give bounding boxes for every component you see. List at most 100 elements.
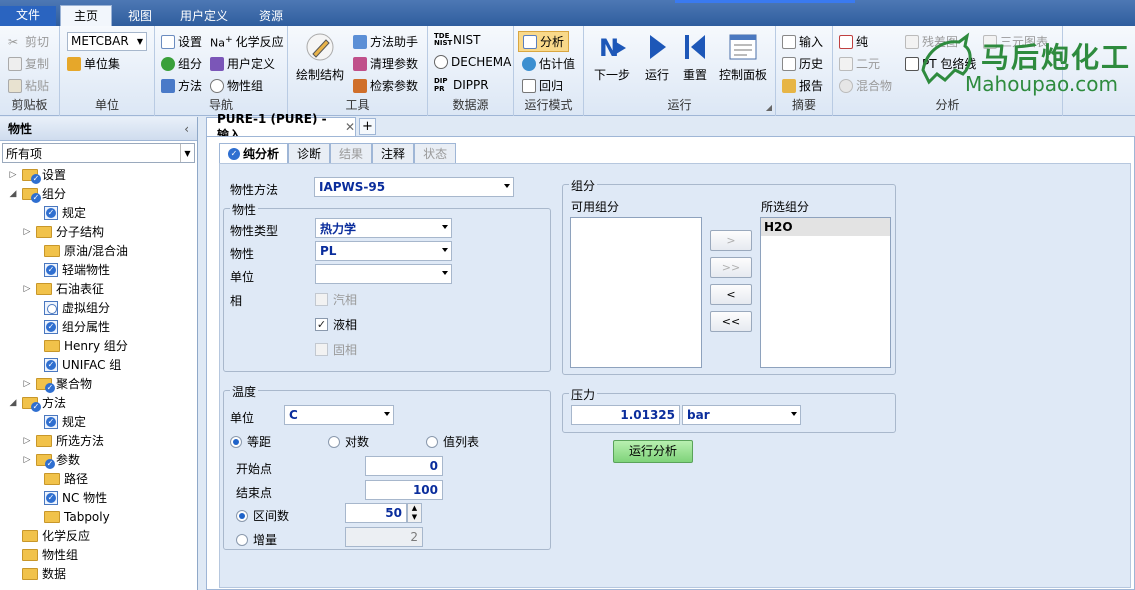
tree-item-data[interactable]: 数据 xyxy=(8,564,66,583)
pure-analysis-button[interactable]: 纯 xyxy=(839,33,868,50)
tab-pure-analysis[interactable]: ✓ 纯分析 xyxy=(219,143,289,163)
close-icon[interactable]: ✕ xyxy=(345,120,355,134)
expand-arrow-icon[interactable]: ▷ xyxy=(22,455,32,465)
available-components-list[interactable] xyxy=(570,217,702,368)
collapse-icon[interactable]: ‹ xyxy=(184,122,189,136)
tree-item-nc-props[interactable]: NC 物性 xyxy=(30,488,107,507)
expand-arrow-icon[interactable]: ▷ xyxy=(22,284,32,294)
tree-item-methods[interactable]: ◢方法 xyxy=(8,393,66,412)
dialog-launcher-icon[interactable]: ◢ xyxy=(766,103,772,112)
tree-item-methods-spec[interactable]: 规定 xyxy=(30,412,86,431)
history-button[interactable]: 历史 xyxy=(782,55,823,72)
residue-map-button[interactable]: 残差图 xyxy=(905,33,958,50)
intervals-spinner[interactable]: ▲ ▼ xyxy=(407,503,422,523)
tab-diagnostics[interactable]: 诊断 xyxy=(288,143,331,163)
tree-item-components[interactable]: ◢组分 xyxy=(8,184,66,203)
move-left-button[interactable]: < xyxy=(710,284,752,305)
prop-type-select[interactable]: 热力学 xyxy=(315,218,452,238)
tree-item-light-end[interactable]: 轻端物性 xyxy=(30,260,110,279)
tree-item-assay-blend[interactable]: 原油/混合油 xyxy=(30,241,128,260)
move-right-button[interactable]: > xyxy=(710,230,752,251)
move-all-right-button[interactable]: >> xyxy=(710,257,752,278)
analysis-mode-button[interactable]: 分析 xyxy=(518,31,570,52)
log-spacing-radio[interactable]: 对数 xyxy=(328,433,369,450)
estimation-mode-button[interactable]: 估计值 xyxy=(522,55,575,72)
add-tab-icon[interactable]: + xyxy=(359,118,376,135)
value-list-radio[interactable]: 值列表 xyxy=(426,433,479,450)
expand-arrow-icon[interactable]: ▷ xyxy=(8,170,18,180)
run-button[interactable]: 运行 xyxy=(640,32,674,83)
tree-item-polymers[interactable]: ▷聚合物 xyxy=(22,374,92,393)
input-button[interactable]: 输入 xyxy=(782,33,823,50)
binary-analysis-button[interactable]: 二元 xyxy=(839,55,880,72)
nav-filter-select[interactable]: 所有项 ▼ xyxy=(2,143,195,163)
equal-spacing-radio[interactable]: 等距 xyxy=(230,433,271,450)
report-button[interactable]: 报告 xyxy=(782,77,823,94)
tree-item-comp-attr[interactable]: 组分属性 xyxy=(30,317,110,336)
end-point-input[interactable]: 100 xyxy=(365,480,443,500)
tree-item-parameters[interactable]: ▷参数 xyxy=(22,450,80,469)
reset-button[interactable]: 重置 xyxy=(678,32,712,83)
methods-button[interactable]: 方法 xyxy=(161,77,202,94)
tab-results[interactable]: 结果 xyxy=(330,143,373,163)
tab-home[interactable]: 主页 xyxy=(60,5,112,26)
property-method-select[interactable]: IAPWS-95 xyxy=(314,177,514,197)
tree-item-spec[interactable]: 规定 xyxy=(30,203,86,222)
next-button[interactable]: N 下一步 xyxy=(590,32,634,83)
ternary-diagram-button[interactable]: 三元图表 xyxy=(983,33,1048,50)
temperature-unit-select[interactable]: C xyxy=(284,405,394,425)
tree-item-unifac[interactable]: UNIFAC 组 xyxy=(30,355,121,374)
spin-down-icon[interactable]: ▼ xyxy=(408,513,421,522)
intervals-input[interactable]: 50 xyxy=(345,503,407,523)
tree-item-setup[interactable]: ▷设置 xyxy=(8,165,66,184)
mixture-analysis-button[interactable]: 混合物 xyxy=(839,77,892,94)
retrieve-params-button[interactable]: 检索参数 xyxy=(353,77,418,94)
user-defined-button[interactable]: 用户定义 xyxy=(210,55,275,72)
tab-comments[interactable]: 注释 xyxy=(372,143,415,163)
nist-button[interactable]: TDE NIST NIST xyxy=(434,33,480,48)
expand-arrow-icon[interactable]: ▷ xyxy=(22,227,32,237)
expand-arrow-icon[interactable]: ▷ xyxy=(22,436,32,446)
run-analysis-button[interactable]: 运行分析 xyxy=(613,440,693,463)
spin-up-icon[interactable]: ▲ xyxy=(408,504,421,513)
tree-item-pseudocomponents[interactable]: 虚拟组分 xyxy=(30,298,110,317)
collapse-arrow-icon[interactable]: ◢ xyxy=(8,189,18,199)
tree-item-tabpoly[interactable]: Tabpoly xyxy=(30,507,110,526)
expand-arrow-icon[interactable]: ▷ xyxy=(22,379,32,389)
selected-components-list[interactable]: H2O xyxy=(760,217,891,368)
dippr-button[interactable]: DIP PR DIPPR xyxy=(434,77,489,93)
tree-item-petro-char[interactable]: ▷ 石油表征 xyxy=(22,279,104,298)
method-assistant-button[interactable]: 方法助手 xyxy=(353,33,418,50)
units-select[interactable] xyxy=(315,264,452,284)
start-point-input[interactable]: 0 xyxy=(365,456,443,476)
copy-button[interactable]: 复制 xyxy=(8,55,49,72)
clean-params-button[interactable]: 清理参数 xyxy=(353,55,418,72)
dechema-button[interactable]: DECHEMA xyxy=(434,55,511,69)
pt-envelope-button[interactable]: PT 包络线 xyxy=(905,55,976,72)
vapor-checkbox[interactable]: 汽相 xyxy=(315,291,357,308)
increment-input[interactable]: 2 xyxy=(345,527,423,547)
tab-view[interactable]: 视图 xyxy=(116,7,164,26)
tree-item-henry[interactable]: Henry 组分 xyxy=(30,336,128,355)
tab-file[interactable]: 文件 xyxy=(0,6,56,26)
pressure-input[interactable]: 1.01325 xyxy=(571,405,680,425)
tree-item-selected-methods[interactable]: ▷ 所选方法 xyxy=(22,431,104,450)
liquid-checkbox[interactable]: ✓ 液相 xyxy=(315,316,357,333)
list-item[interactable]: H2O xyxy=(761,218,890,236)
tab-resources[interactable]: 资源 xyxy=(244,7,298,26)
prop-sets-button[interactable]: 物性组 xyxy=(210,77,263,94)
collapse-arrow-icon[interactable]: ◢ xyxy=(8,398,18,408)
document-tab[interactable]: PURE-1 (PURE) - 输入 ✕ xyxy=(206,112,356,142)
property-select[interactable]: PL xyxy=(315,241,452,261)
unit-sets-button[interactable]: 单位集 xyxy=(67,55,120,72)
pressure-unit-select[interactable]: bar xyxy=(682,405,801,425)
setup-button[interactable]: 设置 xyxy=(161,33,202,50)
paste-button[interactable]: 粘贴 xyxy=(8,77,49,94)
components-button[interactable]: 组分 xyxy=(161,55,202,72)
control-panel-button[interactable]: 控制面板 xyxy=(716,32,770,83)
increment-radio[interactable]: 增量 xyxy=(236,531,277,548)
intervals-radio[interactable]: 区间数 xyxy=(236,507,289,524)
move-all-left-button[interactable]: << xyxy=(710,311,752,332)
cut-button[interactable]: ✂ 剪切 xyxy=(8,33,49,50)
tree-item-molecular-structure[interactable]: ▷ 分子结构 xyxy=(22,222,104,241)
